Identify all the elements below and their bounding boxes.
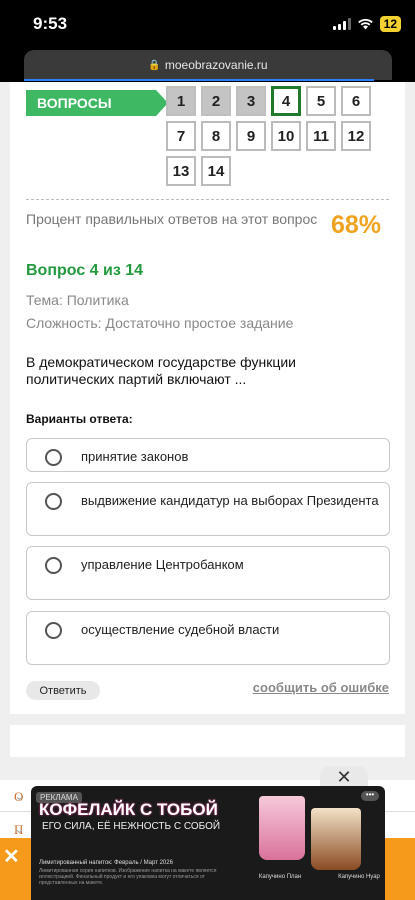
address-bar-url: moeobrazovanie.ru [164, 58, 268, 72]
percent-correct-value: 68% [330, 211, 381, 239]
next-card [10, 725, 405, 757]
status-bar: 9:53 12 [0, 0, 415, 50]
question-number-9[interactable]: 9 [236, 121, 266, 151]
wifi-icon [357, 18, 373, 30]
question-card: ВОПРОСЫ 1 2 3 4 5 6 7 8 9 10 11 12 13 14… [10, 82, 405, 714]
answer-option-text: принятие законов [81, 449, 189, 464]
ad-banner[interactable]: РЕКЛАМА ••• КОФЕЛАЙК С ТОБОЙ ЕГО СИЛА, Е… [31, 786, 385, 900]
question-text: В демократическом государстве функции по… [26, 354, 296, 387]
ad-drink-image-right [311, 808, 361, 870]
answer-option-text: выдвижение кандидатур на выборах Президе… [81, 493, 379, 508]
answer-option-1[interactable]: принятие законов [26, 438, 390, 472]
ad-close-button[interactable]: ✕ [320, 766, 368, 788]
question-number-12[interactable]: 12 [341, 121, 371, 151]
radio-button[interactable] [45, 449, 62, 466]
question-title: Вопрос 4 из 14 [26, 262, 144, 279]
close-icon: ✕ [336, 766, 352, 787]
question-difficulty: Сложность: Достаточно простое задание [26, 315, 294, 331]
radio-button[interactable] [45, 622, 62, 639]
question-number-8[interactable]: 8 [201, 121, 231, 151]
submit-answer-button[interactable]: Ответить [26, 681, 100, 700]
radio-button[interactable] [45, 493, 62, 510]
report-error-link[interactable]: сообщить об ошибке [253, 680, 389, 695]
address-bar[interactable]: 🔒 moeobrazovanie.ru [24, 50, 392, 80]
ad-fine-print: Лимитированный напиток: Февраль / Март 2… [39, 860, 173, 866]
page-load-progress [24, 79, 374, 81]
cellular-signal-icon [332, 18, 351, 30]
question-number-13[interactable]: 13 [166, 156, 196, 186]
question-number-10[interactable]: 10 [271, 121, 301, 151]
question-number-6[interactable]: 6 [341, 86, 371, 116]
answers-label: Варианты ответа: [26, 412, 133, 426]
browser-toolbar: 🔒 moeobrazovanie.ru [0, 50, 415, 85]
lock-icon: 🔒 [148, 59, 161, 71]
close-icon[interactable]: ✕ [3, 844, 20, 869]
radio-button[interactable] [45, 557, 62, 574]
questions-label: ВОПРОСЫ [26, 90, 168, 116]
question-number-3[interactable]: 3 [236, 86, 266, 116]
ad-caption-right: Капучино Нуар [338, 874, 380, 880]
ad-headline: КОФЕЛАЙК С ТОБОЙ [39, 800, 218, 819]
question-number-1[interactable]: 1 [166, 86, 196, 116]
question-number-11[interactable]: 11 [306, 121, 336, 151]
answer-option-4[interactable]: осуществление судебной власти [26, 611, 390, 665]
answer-option-text: управление Центробанком [81, 557, 244, 572]
ad-drink-image-left [259, 796, 305, 860]
answer-option-text: осуществление судебной власти [81, 622, 280, 637]
question-topic: Тема: Политика [26, 292, 129, 308]
question-number-5[interactable]: 5 [306, 86, 336, 116]
question-number-2[interactable]: 2 [201, 86, 231, 116]
answer-option-3[interactable]: управление Центробанком [26, 546, 390, 600]
ad-caption-left: Капучино План [258, 874, 302, 880]
question-number-14[interactable]: 14 [201, 156, 231, 186]
battery-indicator: 12 [379, 16, 401, 32]
ad-fine-print-small: Лимитированная серия напитков. Изображен… [39, 868, 217, 886]
ad-subline: ЕГО СИЛА, ЕЁ НЕЖНОСТЬ С СОБОЙ [42, 821, 221, 832]
question-number-4[interactable]: 4 [271, 86, 301, 116]
divider [26, 199, 389, 200]
percent-correct-label: Процент правильных ответов на этот вопро… [26, 211, 318, 227]
question-number-7[interactable]: 7 [166, 121, 196, 151]
status-icons: 12 [332, 16, 401, 32]
more-options-icon[interactable]: ••• [361, 791, 379, 801]
status-time: 9:53 [33, 14, 68, 33]
answer-option-2[interactable]: выдвижение кандидатур на выборах Президе… [26, 482, 390, 536]
